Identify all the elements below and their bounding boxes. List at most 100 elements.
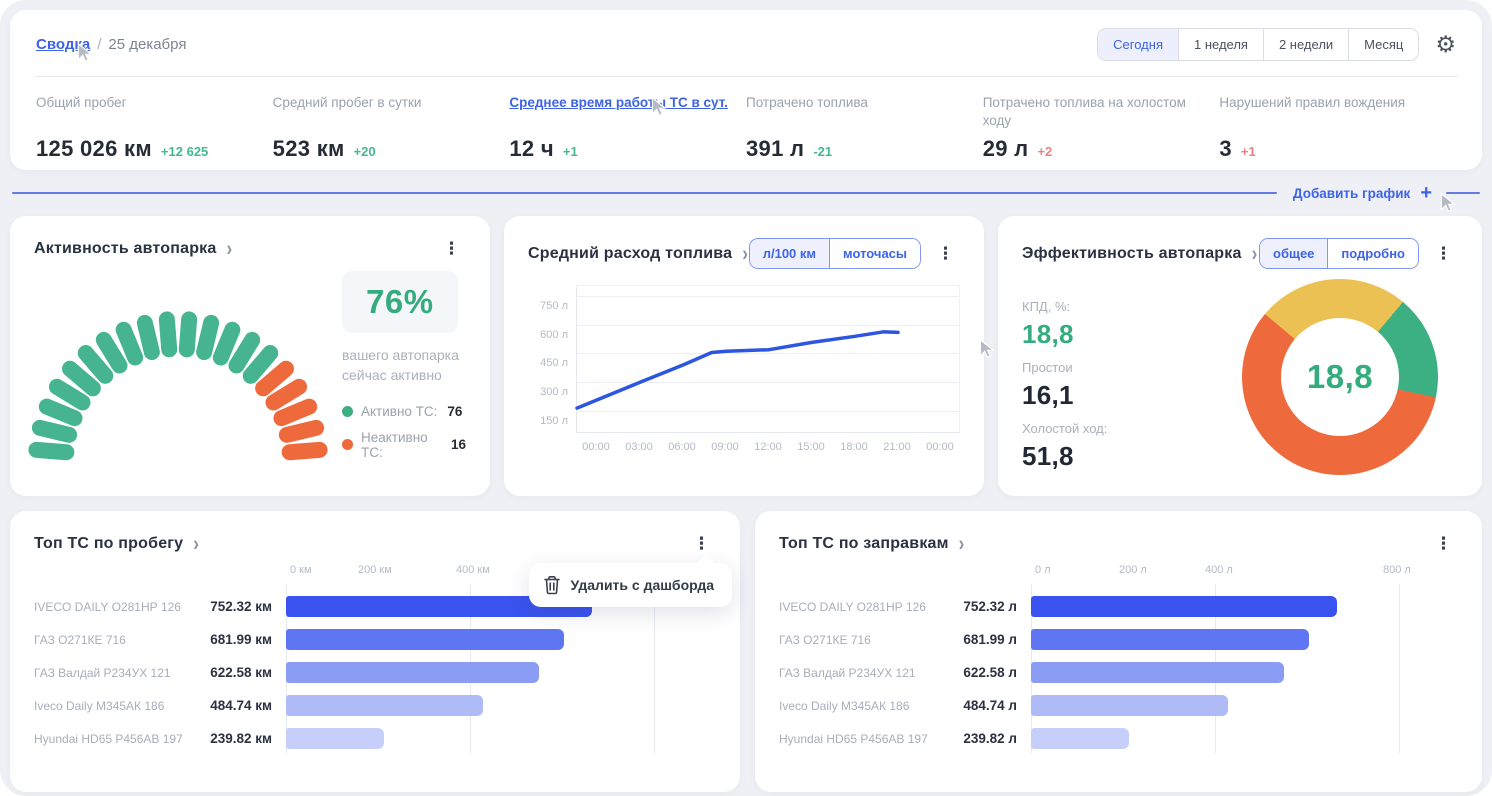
kebab-menu-icon[interactable]: ⋮ (437, 238, 466, 259)
kpi-delta: +1 (563, 144, 578, 159)
legend-value: 16 (451, 437, 466, 452)
table-row: Hyundai HD65 Р456АВ 197239.82 л (779, 722, 1031, 755)
table-row: ГАЗ Валдай Р234УХ 121622.58 л (779, 656, 1031, 689)
kpi-value: 125 026 км (36, 136, 152, 162)
chevron-right-icon[interactable]: › (1252, 241, 1258, 266)
x-tick: 00:00 (578, 441, 614, 453)
vehicle-value: 681.99 км (206, 632, 286, 647)
stat-label-idle-run: Холостой ход: (1022, 421, 1212, 436)
trash-icon (543, 575, 561, 595)
y-tick: 600 л (528, 329, 568, 341)
breadcrumb-separator: / (97, 36, 101, 53)
kebab-menu-icon[interactable]: ⋮ (1429, 243, 1458, 264)
chevron-right-icon[interactable]: › (742, 241, 748, 266)
menu-item-remove-from-dashboard[interactable]: Удалить с дашборда (571, 577, 714, 593)
kpi-avg-daily-mileage: Средний пробег в сутки 523 км+20 (273, 94, 510, 162)
period-button-today[interactable]: Сегодня (1098, 29, 1178, 60)
efficiency-view-toggle: общее подробно (1259, 238, 1419, 269)
card-title: Активность автопарка (34, 240, 216, 258)
legend-label: Активно ТС: (361, 404, 437, 419)
breadcrumb: Сводка / 25 декабря (36, 36, 186, 53)
green-dot-icon (342, 406, 353, 417)
kpi-label: Потрачено топлива (746, 94, 965, 132)
line-chart-plot-area (576, 285, 960, 433)
vehicle-value: 622.58 км (206, 665, 286, 680)
active-percent-caption: вашего автопарка сейчас активно (342, 345, 466, 386)
x-tick: 03:00 (621, 441, 657, 453)
x-tick: 18:00 (836, 441, 872, 453)
y-tick: 750 л (528, 300, 568, 312)
card-title: Эффективность автопарка (1022, 245, 1242, 263)
vehicle-name: IVECO DAILY О281НР 126 (34, 600, 206, 614)
kpi-total-mileage: Общий пробег 125 026 км +12 625 (36, 94, 273, 162)
bar (1031, 728, 1129, 749)
table-row: ГАЗ О271КЕ 716681.99 км (34, 623, 286, 656)
bar (1031, 662, 1284, 683)
legend-value: 76 (447, 404, 462, 419)
kpi-value: 3 (1219, 136, 1232, 162)
kpi-fuel-spent: Потрачено топлива 391 л-21 (746, 94, 983, 162)
stat-value-idle-time: 16,1 (1022, 380, 1212, 411)
fleet-efficiency-card: Эффективность автопарка › общее подробно… (998, 216, 1482, 496)
kpi-delta: +12 625 (161, 144, 208, 159)
chevron-right-icon[interactable]: › (959, 531, 965, 556)
period-button-1week[interactable]: 1 неделя (1178, 29, 1263, 60)
x-tick: 800 л (1383, 564, 1411, 576)
kebab-menu-icon[interactable]: ⋮ (1429, 533, 1458, 554)
legend-item-inactive: Неактивно ТС: 16 (342, 430, 466, 460)
vehicle-name: Hyundai HD65 Р456АВ 197 (34, 732, 206, 746)
x-tick: 400 км (456, 564, 490, 576)
orange-dot-icon (342, 439, 353, 450)
top-vehicles-mileage-card: Топ ТС по пробегу › ⋮ IVECO DAILY О281НР… (10, 511, 740, 792)
kpi-label: Общий пробег (36, 94, 255, 132)
x-tick: 21:00 (879, 441, 915, 453)
x-tick: 200 л (1119, 564, 1147, 576)
legend-label: Неактивно ТС: (361, 430, 441, 460)
plus-icon[interactable]: + (1420, 183, 1432, 203)
vehicle-name: ГАЗ Валдай Р234УХ 121 (34, 666, 206, 680)
bar (1031, 596, 1337, 617)
chevron-right-icon[interactable]: › (193, 531, 199, 556)
legend-item-active: Активно ТС: 76 (342, 404, 466, 419)
period-toggle-group: Сегодня 1 неделя 2 недели Месяц (1097, 28, 1419, 61)
kpi-delta: -21 (813, 144, 832, 159)
add-chart-button[interactable]: Добавить график (1293, 186, 1410, 201)
kpi-label: Нарушений правил вождения (1219, 94, 1438, 132)
add-chart-separator: Добавить график + (12, 182, 1480, 204)
separator-line (1446, 192, 1480, 194)
period-button-2weeks[interactable]: 2 недели (1263, 29, 1348, 60)
vehicle-value: 239.82 км (206, 731, 286, 746)
fuel-line-series (577, 286, 961, 434)
toggle-motohours[interactable]: моточасы (829, 239, 920, 268)
toggle-general[interactable]: общее (1260, 239, 1327, 268)
x-tick: 200 км (358, 564, 392, 576)
card-title: Средний расход топлива (528, 245, 732, 263)
card-title: Топ ТС по пробегу (34, 535, 183, 553)
active-percent-value: 76% (366, 283, 434, 320)
y-tick: 450 л (528, 357, 568, 369)
summary-card: Сводка / 25 декабря Сегодня 1 неделя 2 н… (10, 10, 1482, 170)
breadcrumb-link-summary[interactable]: Сводка (36, 36, 90, 53)
x-tick: 12:00 (750, 441, 786, 453)
toggle-l-per-100km[interactable]: л/100 км (750, 239, 829, 268)
kebab-menu-icon[interactable]: ⋮ (931, 243, 960, 264)
vehicle-name: Iveco Daily М345АК 186 (34, 699, 206, 713)
kpi-row: Общий пробег 125 026 км +12 625 Средний п… (36, 94, 1456, 162)
table-row: Hyundai HD65 Р456АВ 197239.82 км (34, 722, 286, 755)
gear-icon[interactable]: ⚙ (1435, 33, 1456, 56)
table-row: IVECO DAILY О281НР 126752.32 км (34, 590, 286, 623)
kpi-label: Потрачено топлива на холостом ходу (983, 94, 1202, 132)
toggle-detailed[interactable]: подробно (1327, 239, 1418, 268)
vehicle-value: 484.74 км (206, 698, 286, 713)
stat-label-idle-time: Простои (1022, 360, 1212, 375)
vehicle-name: ГАЗ Валдай Р234УХ 121 (779, 666, 951, 680)
kebab-menu-icon[interactable]: ⋮ (687, 533, 716, 554)
bar (286, 695, 483, 716)
period-button-month[interactable]: Месяц (1348, 29, 1418, 60)
vehicle-value: 752.32 км (206, 599, 286, 614)
vehicle-name: ГАЗ О271КЕ 716 (34, 633, 206, 647)
kpi-label-link[interactable]: Среднее время работы ТС в сут. (509, 94, 728, 132)
chevron-right-icon[interactable]: › (226, 236, 232, 261)
y-tick: 300 л (528, 386, 568, 398)
vehicle-value: 239.82 л (951, 731, 1031, 746)
